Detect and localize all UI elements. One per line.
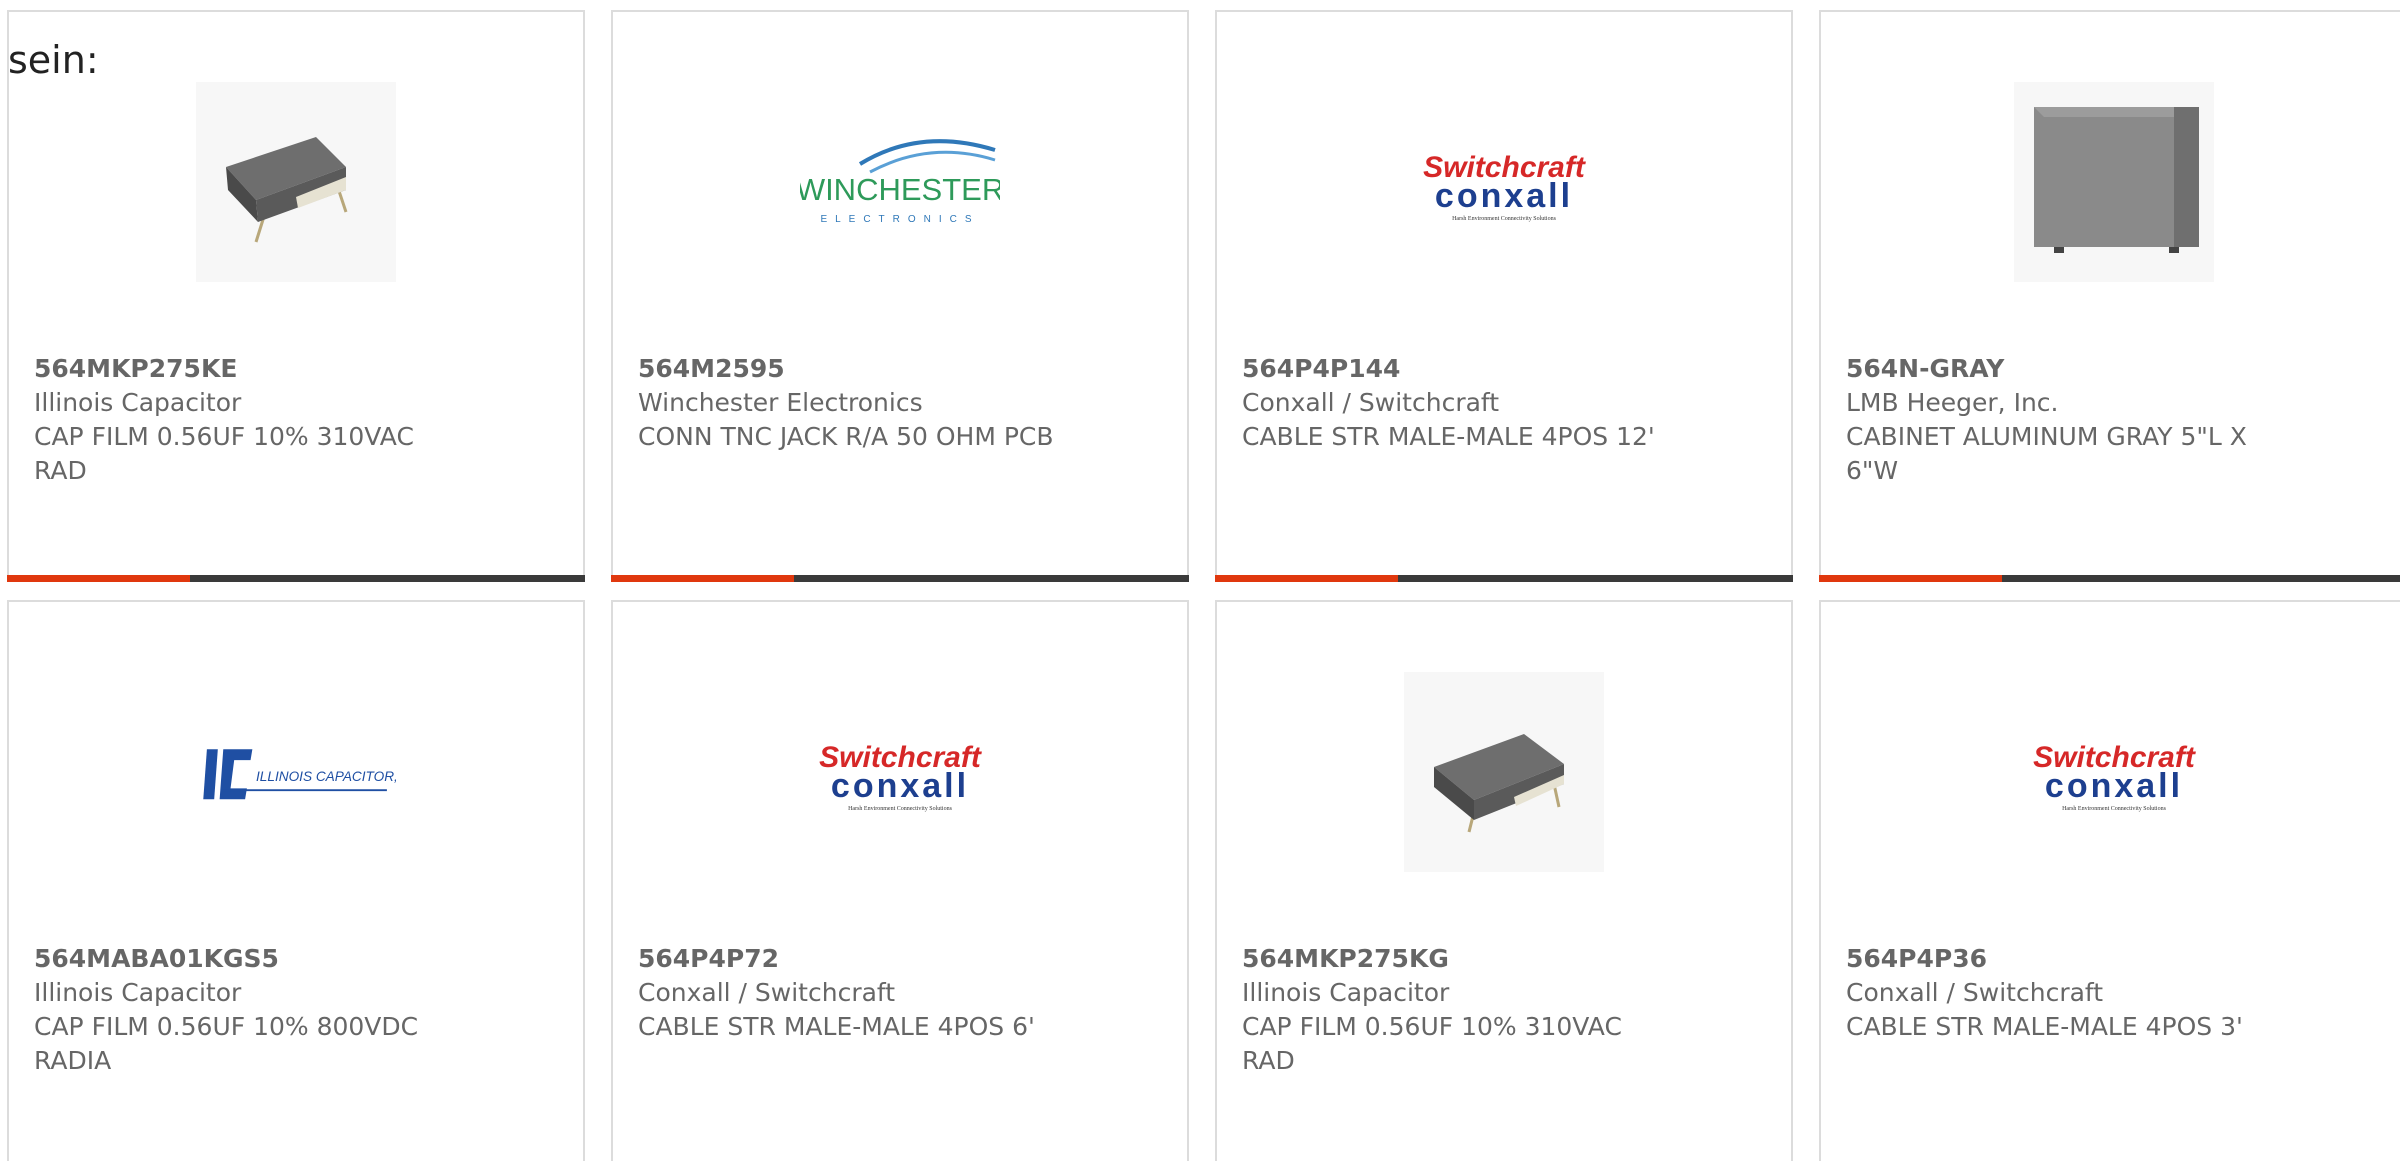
gray-cabinet-image <box>2014 82 2214 282</box>
part-number-link[interactable]: 564N-GRAY <box>1846 352 2382 386</box>
switchcraft-logo-tagline: Harsh Environment Connectivity Solutions <box>2062 806 2166 812</box>
card-bottom-bar <box>1215 575 1793 582</box>
product-info: 564P4P36 Conxall / Switchcraft CABLE STR… <box>1846 942 2382 1044</box>
product-info: 564MKP275KE Illinois Capacitor CAP FILM … <box>34 352 558 488</box>
product-info: 564M2595 Winchester Electronics CONN TNC… <box>638 352 1162 454</box>
product-grid-page: sein: 564MKP275KE Illinois Capacitor CAP… <box>0 0 2400 1161</box>
product-description: CABINET ALUMINUM GRAY 5"L X 6"W <box>1846 422 2247 485</box>
product-image[interactable]: WINCHESTER ELECTRONICS <box>800 82 1000 282</box>
part-number-link[interactable]: 564P4P36 <box>1846 942 2382 976</box>
product-description: CABLE STR MALE-MALE 4POS 12' <box>1242 422 1655 451</box>
product-card[interactable]: Switchcraft conxall Harsh Environment Co… <box>1819 600 2400 1161</box>
part-number-link[interactable]: 564P4P144 <box>1242 352 1766 386</box>
manufacturer-name: Conxall / Switchcraft <box>638 978 896 1007</box>
card-accent-bar <box>7 575 190 582</box>
film-capacitor-image <box>196 82 396 282</box>
manufacturer-name: Conxall / Switchcraft <box>1846 978 2104 1007</box>
product-info: 564P4P72 Conxall / Switchcraft CABLE STR… <box>638 942 1162 1044</box>
card-bottom-bar <box>7 575 585 582</box>
product-image[interactable] <box>2014 82 2214 282</box>
product-card[interactable]: WINCHESTER ELECTRONICS 564M2595 Winchest… <box>611 10 1189 582</box>
winchester-logo-title: WINCHESTER <box>800 172 1000 207</box>
product-image[interactable]: Switchcraft conxall Harsh Environment Co… <box>2014 672 2214 872</box>
card-accent-bar <box>1215 575 1398 582</box>
switchcraft-logo-bottom: conxall <box>831 767 969 805</box>
card-bottom-bar <box>611 575 1189 582</box>
intro-text: sein: <box>8 38 99 82</box>
card-bottom-bar <box>1819 575 2400 582</box>
part-number-link[interactable]: 564P4P72 <box>638 942 1162 976</box>
manufacturer-name: Illinois Capacitor <box>34 388 242 417</box>
switchcraft-logo-bottom: conxall <box>2045 767 2183 805</box>
switchcraft-logo-tagline: Harsh Environment Connectivity Solutions <box>1452 216 1556 222</box>
part-number-link[interactable]: 564MKP275KE <box>34 352 558 386</box>
product-description: CABLE STR MALE-MALE 4POS 3' <box>1846 1012 2243 1041</box>
illinois-capacitor-logo-image: ILLINOIS CAPACITOR, INC. <box>203 749 396 800</box>
product-info: 564P4P144 Conxall / Switchcraft CABLE ST… <box>1242 352 1766 454</box>
winchester-logo-image: WINCHESTER ELECTRONICS <box>800 139 1000 225</box>
film-capacitor-image <box>1404 672 1604 872</box>
switchcraft-logo-image: Switchcraft conxall Harsh Environment Co… <box>2033 741 2197 812</box>
card-accent-bar <box>611 575 794 582</box>
product-description: CONN TNC JACK R/A 50 OHM PCB <box>638 422 1054 451</box>
part-number-link[interactable]: 564MKP275KG <box>1242 942 1766 976</box>
product-image[interactable] <box>196 82 396 282</box>
switchcraft-logo-tagline: Harsh Environment Connectivity Solutions <box>848 806 952 812</box>
switchcraft-logo-image: Switchcraft conxall Harsh Environment Co… <box>819 741 983 812</box>
part-number-link[interactable]: 564M2595 <box>638 352 1162 386</box>
product-image[interactable]: Switchcraft conxall Harsh Environment Co… <box>1404 82 1604 282</box>
switchcraft-logo-image: Switchcraft conxall Harsh Environment Co… <box>1423 151 1587 222</box>
product-card[interactable]: 564MKP275KG Illinois Capacitor CAP FILM … <box>1215 600 1793 1161</box>
product-card[interactable]: ILLINOIS CAPACITOR, INC. 564MABA01KGS5 I… <box>7 600 585 1161</box>
product-card[interactable]: Switchcraft conxall Harsh Environment Co… <box>611 600 1189 1161</box>
switchcraft-logo-bottom: conxall <box>1435 177 1573 215</box>
manufacturer-name: Conxall / Switchcraft <box>1242 388 1500 417</box>
product-card[interactable]: 564MKP275KE Illinois Capacitor CAP FILM … <box>7 10 585 582</box>
illinois-logo-title: ILLINOIS CAPACITOR, INC. <box>256 769 396 784</box>
product-image[interactable]: ILLINOIS CAPACITOR, INC. <box>196 672 396 872</box>
manufacturer-name: Winchester Electronics <box>638 388 923 417</box>
manufacturer-name: Illinois Capacitor <box>1242 978 1450 1007</box>
product-info: 564MABA01KGS5 Illinois Capacitor CAP FIL… <box>34 942 558 1078</box>
manufacturer-name: Illinois Capacitor <box>34 978 242 1007</box>
product-description: CAP FILM 0.56UF 10% 310VAC RAD <box>34 422 414 485</box>
product-description: CAP FILM 0.56UF 10% 800VDC RADIA <box>34 1012 419 1075</box>
product-description: CABLE STR MALE-MALE 4POS 6' <box>638 1012 1035 1041</box>
product-image[interactable] <box>1404 672 1604 872</box>
product-info: 564MKP275KG Illinois Capacitor CAP FILM … <box>1242 942 1766 1078</box>
product-card[interactable]: Switchcraft conxall Harsh Environment Co… <box>1215 10 1793 582</box>
product-info: 564N-GRAY LMB Heeger, Inc. CABINET ALUMI… <box>1846 352 2382 488</box>
product-card[interactable]: 564N-GRAY LMB Heeger, Inc. CABINET ALUMI… <box>1819 10 2400 582</box>
part-number-link[interactable]: 564MABA01KGS5 <box>34 942 558 976</box>
product-description: CAP FILM 0.56UF 10% 310VAC RAD <box>1242 1012 1622 1075</box>
product-image[interactable]: Switchcraft conxall Harsh Environment Co… <box>800 672 1000 872</box>
manufacturer-name: LMB Heeger, Inc. <box>1846 388 2059 417</box>
winchester-logo-subtitle: ELECTRONICS <box>820 214 979 225</box>
card-accent-bar <box>1819 575 2002 582</box>
